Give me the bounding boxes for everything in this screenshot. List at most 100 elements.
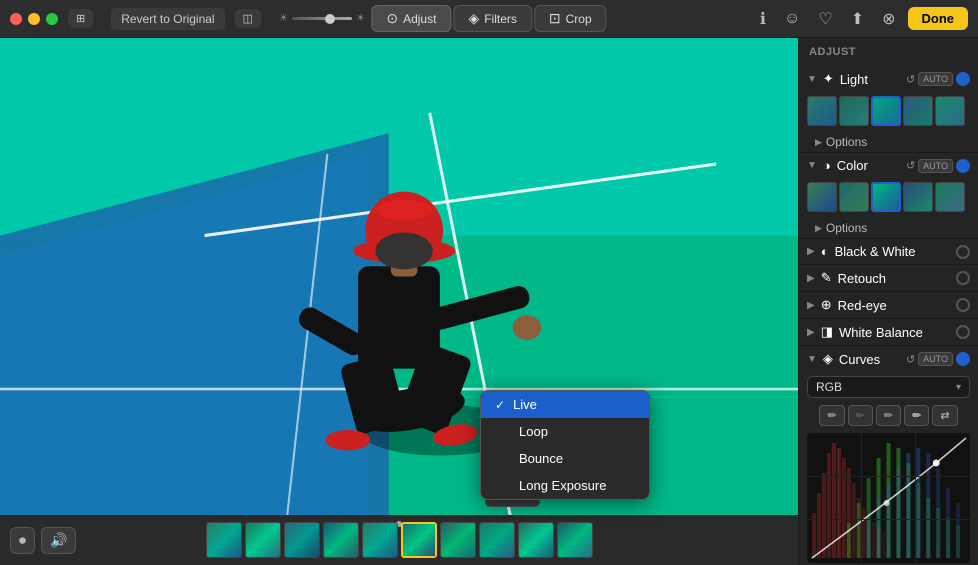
- color-preset-2[interactable]: [839, 182, 869, 212]
- curves-reset-icon[interactable]: ↺: [906, 353, 915, 366]
- light-options[interactable]: ▶ Options: [799, 132, 978, 152]
- curves-header[interactable]: ▼ ◈ Curves ↺ AUTO: [799, 346, 978, 372]
- film-thumb-4[interactable]: [323, 522, 359, 558]
- info-button[interactable]: ℹ: [754, 6, 772, 32]
- film-thumb-1[interactable]: [206, 522, 242, 558]
- photo-area: ⏺ 🔊 ✓ Live Loop: [0, 38, 798, 565]
- film-thumb-2[interactable]: [245, 522, 281, 558]
- record-button[interactable]: ⏺: [10, 527, 35, 554]
- dropdown-item-live[interactable]: ✓ Live: [481, 391, 649, 418]
- share-button[interactable]: ⬆: [845, 6, 870, 32]
- curve-tool-pencil[interactable]: ✏: [819, 405, 844, 426]
- curves-toggle[interactable]: [956, 352, 970, 366]
- wb-toggle[interactable]: [956, 325, 970, 339]
- nav-buttons: ⊙ Adjust ◈ Filters ⊡ Crop: [371, 5, 606, 32]
- retouch-icon: ✎: [821, 270, 832, 286]
- color-reset-icon[interactable]: ↺: [906, 159, 915, 172]
- curves-graph: [807, 433, 970, 563]
- options-arrow-icon: ▶: [815, 137, 822, 148]
- retouch-header[interactable]: ▶ ✎ Retouch: [799, 265, 978, 291]
- revert-button[interactable]: Revert to Original: [111, 8, 224, 30]
- color-preset-4[interactable]: [903, 182, 933, 212]
- white-balance-section: ▶ ◨ White Balance: [799, 319, 978, 346]
- minimize-button[interactable]: [28, 13, 40, 25]
- titlebar: ⊞ Revert to Original ◫ ☀ ☀ ⊙ Adjust ◈ Fi…: [0, 0, 978, 38]
- bw-title: Black & White: [835, 244, 952, 259]
- retouch-actions: [956, 271, 970, 285]
- dropdown-item-bounce[interactable]: Bounce: [481, 445, 649, 472]
- options-button[interactable]: ⊗: [876, 6, 901, 32]
- film-thumb-5[interactable]: [362, 522, 398, 558]
- curves-section: ▼ ◈ Curves ↺ AUTO RGB ▾ ✏ ✏ ✏ ✏ ⇄: [799, 346, 978, 565]
- compare-button[interactable]: ◫: [235, 9, 261, 28]
- rgb-selector[interactable]: RGB ▾: [807, 376, 970, 398]
- audio-button[interactable]: 🔊: [41, 527, 76, 554]
- film-thumb-10[interactable]: [557, 522, 593, 558]
- red-eye-header[interactable]: ▶ ⊕ Red-eye: [799, 292, 978, 318]
- film-thumb-7[interactable]: [440, 522, 476, 558]
- curves-auto-badge[interactable]: AUTO: [918, 352, 953, 366]
- crop-label: Crop: [566, 12, 592, 26]
- redeye-toggle[interactable]: [956, 298, 970, 312]
- filters-button[interactable]: ◈ Filters: [453, 5, 531, 32]
- curve-tool-swap[interactable]: ⇄: [932, 405, 957, 426]
- color-section-header[interactable]: ▼ ◑ Color ↺ AUTO: [799, 153, 978, 178]
- brightness-high-icon: ☀: [356, 13, 365, 24]
- rgb-chevron-icon: ▾: [956, 382, 961, 393]
- white-balance-header[interactable]: ▶ ◨ White Balance: [799, 319, 978, 345]
- curve-tool-eyedropper-black[interactable]: ✏: [848, 405, 873, 426]
- light-preset-4[interactable]: [903, 96, 933, 126]
- light-reset-icon[interactable]: ↺: [906, 73, 915, 86]
- traffic-lights: [10, 13, 58, 25]
- done-button[interactable]: Done: [908, 7, 969, 30]
- black-white-header[interactable]: ▶ ◐ Black & White: [799, 239, 978, 264]
- white-balance-title: White Balance: [839, 325, 952, 340]
- color-preset-5[interactable]: [935, 182, 965, 212]
- brightness-slider[interactable]: [292, 17, 352, 20]
- heart-button[interactable]: ♡: [812, 6, 838, 32]
- face-button[interactable]: ☺: [778, 7, 806, 31]
- light-title: Light: [840, 72, 902, 87]
- retouch-toggle[interactable]: [956, 271, 970, 285]
- redeye-arrow-icon: ▶: [807, 300, 815, 311]
- adjust-label: Adjust: [403, 12, 436, 26]
- color-auto-badge[interactable]: AUTO: [918, 159, 953, 173]
- light-preset-5[interactable]: [935, 96, 965, 126]
- color-options[interactable]: ▶ Options: [799, 218, 978, 238]
- dropdown-long-label: Long Exposure: [519, 478, 606, 493]
- light-section-header[interactable]: ▼ ✦ Light ↺ AUTO: [799, 66, 978, 92]
- wb-actions: [956, 325, 970, 339]
- crop-icon: ⊡: [549, 10, 561, 27]
- color-preset-1[interactable]: [807, 182, 837, 212]
- light-preset-3[interactable]: [871, 96, 901, 126]
- film-thumb-8[interactable]: [479, 522, 515, 558]
- color-preset-3[interactable]: [871, 182, 901, 212]
- grid-v-1: [861, 433, 862, 563]
- filmstrip: ⏺ 🔊: [0, 515, 798, 565]
- options-label: Options: [826, 135, 867, 149]
- close-button[interactable]: [10, 13, 22, 25]
- film-thumb-9[interactable]: [518, 522, 554, 558]
- curves-tools: ✏ ✏ ✏ ✏ ⇄: [799, 402, 978, 429]
- check-icon: ✓: [495, 398, 505, 412]
- curve-tool-eyedropper-mid[interactable]: ✏: [876, 405, 901, 426]
- crop-button[interactable]: ⊡ Crop: [534, 5, 607, 32]
- maximize-button[interactable]: [46, 13, 58, 25]
- dropdown-item-loop[interactable]: Loop: [481, 418, 649, 445]
- light-auto-badge[interactable]: AUTO: [918, 72, 953, 86]
- curve-tool-eyedropper-white[interactable]: ✏: [904, 405, 929, 426]
- film-thumb-3[interactable]: [284, 522, 320, 558]
- playback-dropdown: ✓ Live Loop Bounce Long Exposure: [480, 390, 650, 500]
- light-preset-1[interactable]: [807, 96, 837, 126]
- dropdown-item-long-exposure[interactable]: Long Exposure: [481, 472, 649, 499]
- film-thumb-6[interactable]: [401, 522, 437, 558]
- adjust-button[interactable]: ⊙ Adjust: [371, 5, 451, 32]
- window-mode-button[interactable]: ⊞: [68, 9, 93, 28]
- light-toggle[interactable]: [956, 72, 970, 86]
- bw-toggle[interactable]: [956, 245, 970, 259]
- filters-label: Filters: [484, 12, 517, 26]
- titlebar-right: ℹ ☺ ♡ ⬆ ⊗ Done: [754, 6, 968, 32]
- color-toggle[interactable]: [956, 159, 970, 173]
- curves-arrow-icon: ▼: [807, 354, 817, 365]
- light-preset-2[interactable]: [839, 96, 869, 126]
